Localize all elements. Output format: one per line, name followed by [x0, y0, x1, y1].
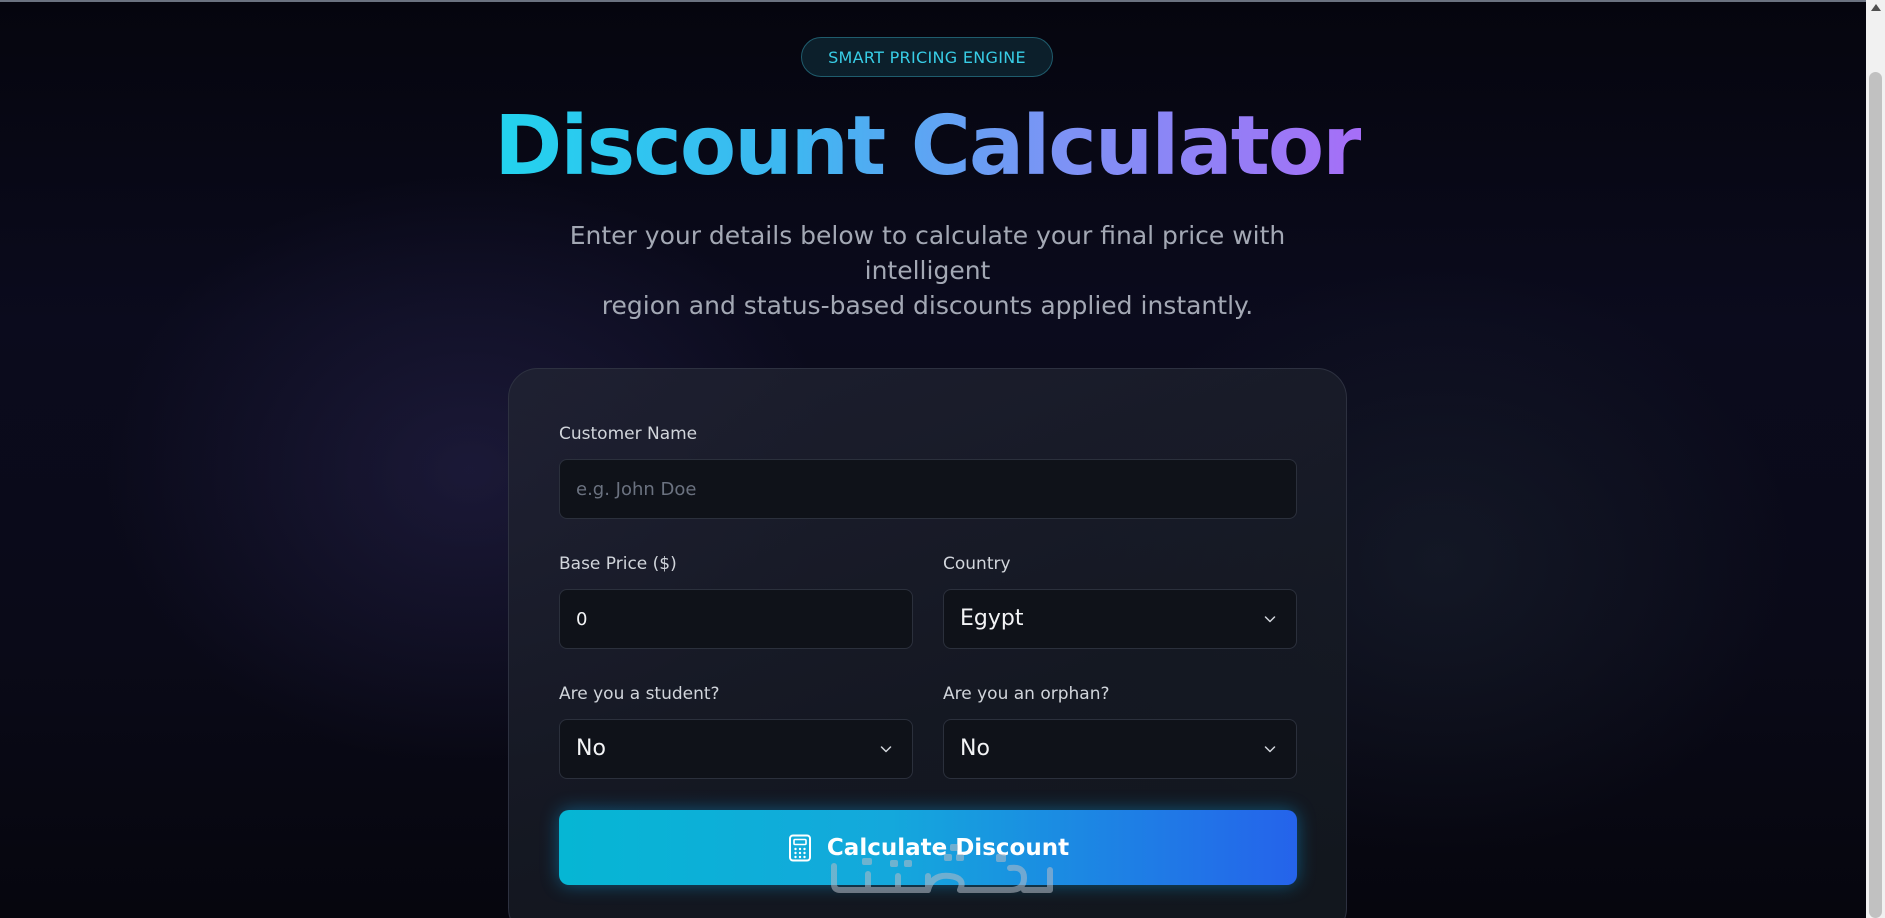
base-price-input[interactable] — [560, 590, 912, 648]
page-subtitle: Enter your details below to calculate yo… — [527, 218, 1328, 323]
base-price-label: Base Price ($) — [559, 554, 677, 574]
student-select[interactable]: No — [559, 719, 913, 779]
calculator-icon — [788, 834, 811, 861]
student-selected-value: No — [576, 736, 606, 761]
chevron-down-icon — [1264, 616, 1276, 623]
orphan-select[interactable]: No — [943, 719, 1297, 779]
country-selected-value: Egypt — [960, 606, 1024, 631]
page-title-text: Discount Calculator — [494, 99, 1362, 194]
page-title: Discount Calculator — [0, 92, 1855, 202]
scrollbar-thumb[interactable] — [1869, 72, 1882, 918]
chevron-down-icon — [880, 746, 892, 753]
customer-name-label: Customer Name — [559, 424, 698, 444]
student-label: Are you a student? — [559, 684, 720, 704]
subtitle-line-2: region and status-based discounts applie… — [601, 291, 1254, 320]
vertical-scrollbar[interactable] — [1866, 0, 1885, 918]
subtitle-line-1: Enter your details below to calculate yo… — [569, 221, 1286, 285]
country-select[interactable]: Egypt — [943, 589, 1297, 649]
orphan-label: Are you an orphan? — [943, 684, 1110, 704]
watermark-logo — [831, 844, 1053, 893]
chevron-down-icon — [1264, 746, 1276, 753]
customer-name-field — [559, 459, 1297, 519]
customer-name-input[interactable] — [560, 460, 1296, 518]
orphan-selected-value: No — [960, 736, 990, 761]
page-viewport: SMART PRICING ENGINE Discount Calculator… — [0, 0, 1866, 918]
country-label: Country — [943, 554, 1011, 574]
base-price-field — [559, 589, 913, 649]
scroll-up-arrow-icon[interactable] — [1871, 4, 1881, 11]
header-badge: SMART PRICING ENGINE — [801, 37, 1053, 77]
